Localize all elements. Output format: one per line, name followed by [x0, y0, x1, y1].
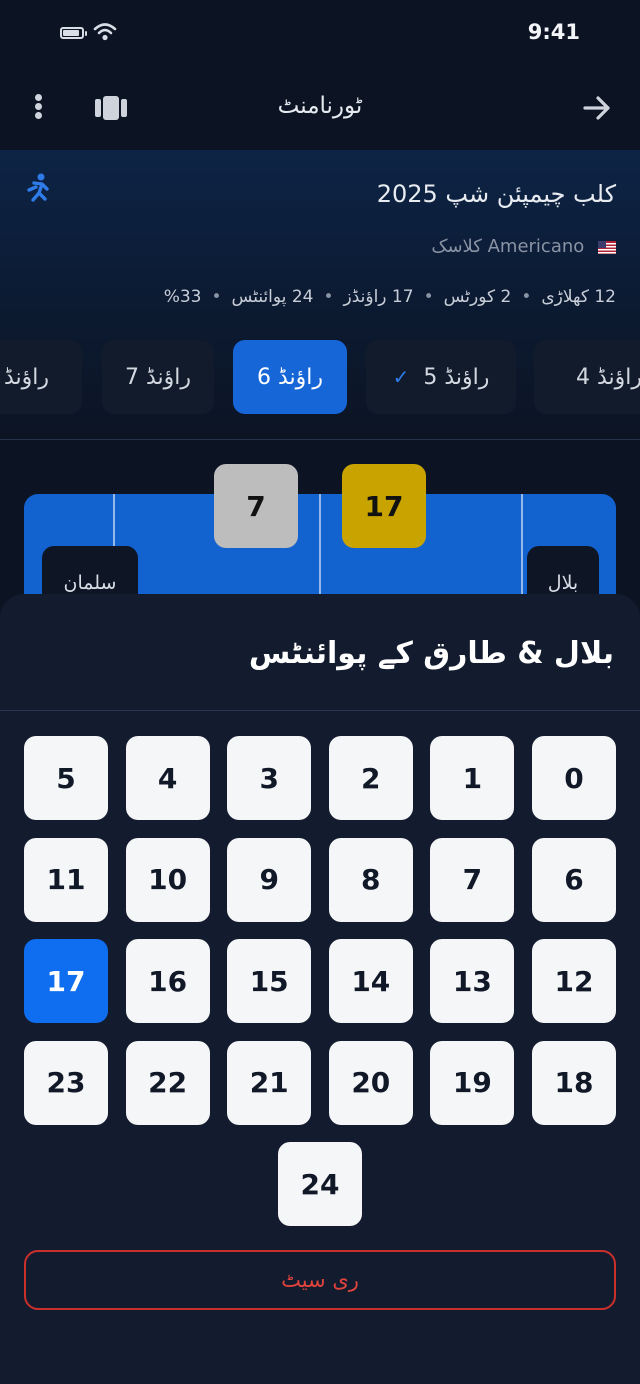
- tab-round-7[interactable]: راؤنڈ 7: [102, 340, 214, 414]
- point-option-24[interactable]: 24: [278, 1142, 362, 1227]
- tab-round-8[interactable]: راؤنڈ 8: [0, 340, 82, 414]
- event-format: Americano کلاسک: [431, 236, 616, 257]
- point-option-13[interactable]: 13: [430, 939, 515, 1024]
- stat-players: 12 کھلاڑی: [541, 287, 616, 307]
- point-option-23[interactable]: 23: [24, 1040, 108, 1125]
- score-badge-team-2[interactable]: 7: [214, 464, 298, 548]
- point-option-14[interactable]: 14: [328, 939, 413, 1024]
- point-option-2[interactable]: 2: [328, 736, 413, 820]
- point-option-10[interactable]: 10: [125, 837, 210, 922]
- point-option-4[interactable]: 4: [125, 736, 210, 820]
- tab-round-5[interactable]: راؤنڈ 5 ✓: [366, 340, 516, 414]
- stat-points: 24 پوائنٹس: [231, 287, 314, 307]
- point-option-21[interactable]: 21: [227, 1040, 312, 1125]
- point-option-7[interactable]: 7: [430, 837, 515, 922]
- stat-progress: 33%: [163, 287, 202, 307]
- point-option-22[interactable]: 22: [125, 1040, 210, 1125]
- point-option-1[interactable]: 1: [430, 736, 515, 820]
- sheet-divider: [0, 710, 640, 711]
- point-option-5[interactable]: 5: [24, 736, 108, 820]
- tab-round-4[interactable]: راؤنڈ 4: [534, 340, 640, 414]
- round-tabs: راؤنڈ 4 راؤنڈ 5 ✓ راؤنڈ 6 راؤنڈ 7 راؤنڈ …: [0, 340, 640, 416]
- points-bottom-sheet: بلال & طارق کے پوائنٹس 0 1 2 3 4 5 6 7 8 9 10 11 12 1…: [0, 594, 640, 1384]
- battery-icon: [60, 27, 84, 39]
- point-option-8[interactable]: 8: [328, 837, 413, 922]
- event-format-label: Americano کلاسک: [431, 236, 585, 257]
- status-time: 9:41: [527, 20, 580, 44]
- point-option-15[interactable]: 15: [227, 939, 312, 1024]
- tabs-divider: [0, 439, 640, 440]
- point-option-17[interactable]: 17: [24, 939, 108, 1024]
- stat-courts: 2 کورٹس: [443, 287, 512, 307]
- point-option-9[interactable]: 9: [227, 837, 312, 922]
- page-title: ٹورنامنٹ: [277, 93, 363, 119]
- event-stats: 12 کھلاڑی•2 کورٹس•17 راؤنڈز•24 پوائنٹس•3…: [163, 287, 616, 307]
- event-title: کلب چیمپئن شپ 2025: [376, 180, 616, 208]
- app-header: ٹورنامنٹ: [0, 66, 640, 150]
- point-option-18[interactable]: 18: [532, 1040, 616, 1125]
- reset-button[interactable]: ری سیٹ: [24, 1250, 616, 1310]
- us-flag-icon: [598, 240, 616, 254]
- status-bar: 9:41: [0, 0, 640, 66]
- tab-round-6[interactable]: راؤنڈ 6: [233, 340, 347, 414]
- point-option-6[interactable]: 6: [532, 837, 616, 922]
- point-option-20[interactable]: 20: [328, 1040, 413, 1125]
- point-option-0[interactable]: 0: [532, 736, 616, 820]
- point-option-12[interactable]: 12: [532, 939, 616, 1024]
- wifi-icon: [93, 23, 117, 41]
- arrow-right-icon[interactable]: [580, 92, 614, 124]
- check-icon: ✓: [392, 365, 410, 389]
- point-option-11[interactable]: 11: [24, 837, 108, 922]
- point-option-3[interactable]: 3: [227, 736, 312, 820]
- point-option-19[interactable]: 19: [430, 1040, 515, 1125]
- runner-icon: [27, 173, 49, 202]
- point-option-16[interactable]: 16: [125, 939, 210, 1024]
- points-grid: 0 1 2 3 4 5 6 7 8 9 10 11 12 13 14 15 16 17 18 19 20 21 22 23 24: [24, 736, 616, 1227]
- sheet-title: بلال & طارق کے پوائنٹس: [248, 636, 614, 671]
- score-badge-team-1[interactable]: 17: [342, 464, 426, 548]
- stat-rounds: 17 راؤنڈز: [343, 287, 414, 307]
